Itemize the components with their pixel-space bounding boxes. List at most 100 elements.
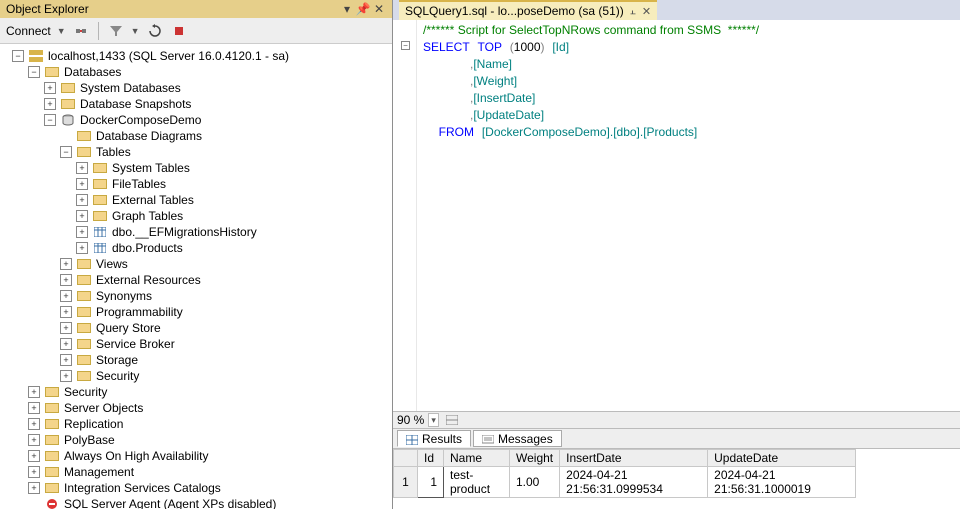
table-row[interactable]: 1 1 test-product 1.00 2024-04-21 21:56:3… xyxy=(394,467,856,498)
disconnect-icon[interactable] xyxy=(72,22,90,40)
tree-system-databases[interactable]: +System Databases xyxy=(0,80,392,96)
kw-select: SELECT xyxy=(423,40,470,54)
expand-icon[interactable]: + xyxy=(60,338,72,350)
expand-icon[interactable]: + xyxy=(76,226,88,238)
tree-synonyms[interactable]: +Synonyms xyxy=(0,288,392,304)
tree-database-snapshots[interactable]: +Database Snapshots xyxy=(0,96,392,112)
expand-icon[interactable]: + xyxy=(60,290,72,302)
expand-icon[interactable]: + xyxy=(76,162,88,174)
tree-label: SQL Server Agent (Agent XPs disabled) xyxy=(64,497,276,509)
expand-icon[interactable]: + xyxy=(60,322,72,334)
expand-icon[interactable]: + xyxy=(28,402,40,414)
col-name: Name xyxy=(477,57,509,71)
tree-external-resources[interactable]: +External Resources xyxy=(0,272,392,288)
sql-editor[interactable]: − /****** Script for SelectTopNRows comm… xyxy=(393,20,960,411)
refresh-icon[interactable] xyxy=(146,22,164,40)
filter-icon[interactable] xyxy=(107,22,125,40)
folder-icon xyxy=(92,209,108,223)
tree-programmability[interactable]: +Programmability xyxy=(0,304,392,320)
tree-integration-services[interactable]: +Integration Services Catalogs xyxy=(0,480,392,496)
expand-icon[interactable]: + xyxy=(28,482,40,494)
cell-insert-date[interactable]: 2024-04-21 21:56:31.0999534 xyxy=(560,467,708,498)
tab-label: SQLQuery1.sql - lo...poseDemo (sa (51)) xyxy=(405,4,624,18)
col-header[interactable]: Id xyxy=(418,450,444,467)
tree-system-tables[interactable]: +System Tables xyxy=(0,160,392,176)
tree-external-tables[interactable]: +External Tables xyxy=(0,192,392,208)
tree-graph-tables[interactable]: +Graph Tables xyxy=(0,208,392,224)
zoom-dropdown-icon[interactable]: ▾ xyxy=(428,413,439,427)
tree-always-on[interactable]: +Always On High Availability xyxy=(0,448,392,464)
cell-id[interactable]: 1 xyxy=(418,467,444,498)
expand-icon[interactable]: + xyxy=(28,386,40,398)
expand-icon[interactable]: + xyxy=(60,274,72,286)
connect-button[interactable]: Connect xyxy=(6,24,51,38)
tree-management[interactable]: + Management xyxy=(0,464,392,480)
tree-views[interactable]: +Views xyxy=(0,256,392,272)
expand-icon[interactable]: + xyxy=(60,370,72,382)
cell-update-date[interactable]: 2024-04-21 21:56:31.1000019 xyxy=(708,467,856,498)
connect-toolbar: Connect ▼ ▼ xyxy=(0,18,392,44)
tree-tables[interactable]: −Tables xyxy=(0,144,392,160)
tree-server-objects[interactable]: +Server Objects xyxy=(0,400,392,416)
tab-messages[interactable]: Messages xyxy=(473,430,562,447)
tab-sqlquery[interactable]: SQLQuery1.sql - lo...poseDemo (sa (51)) … xyxy=(399,0,657,20)
expand-icon[interactable]: + xyxy=(44,98,56,110)
expand-icon[interactable]: + xyxy=(60,258,72,270)
collapse-icon[interactable]: − xyxy=(12,50,24,62)
split-icon[interactable] xyxy=(443,411,461,429)
tree-storage[interactable]: +Storage xyxy=(0,352,392,368)
spacer xyxy=(28,498,40,509)
results-grid[interactable]: Id Name Weight InsertDate UpdateDate 1 1… xyxy=(393,449,960,509)
col-header[interactable]: Weight xyxy=(510,450,560,467)
tree-ef-migrations[interactable]: +dbo.__EFMigrationsHistory xyxy=(0,224,392,240)
tree-view[interactable]: −localhost,1433 (SQL Server 16.0.4120.1 … xyxy=(0,44,392,509)
pin-icon[interactable]: ⫠ xyxy=(630,6,636,17)
expand-icon[interactable]: + xyxy=(60,306,72,318)
col-header[interactable]: InsertDate xyxy=(560,450,708,467)
tree-server[interactable]: −localhost,1433 (SQL Server 16.0.4120.1 … xyxy=(0,48,392,64)
expand-icon[interactable]: + xyxy=(44,82,56,94)
cell-weight[interactable]: 1.00 xyxy=(510,467,560,498)
collapse-icon[interactable]: − xyxy=(60,146,72,158)
tree-query-store[interactable]: +Query Store xyxy=(0,320,392,336)
tree-security[interactable]: +Security xyxy=(0,384,392,400)
filter-dropdown-icon[interactable]: ▼ xyxy=(131,26,140,36)
tree-db-security[interactable]: +Security xyxy=(0,368,392,384)
tab-results[interactable]: Results xyxy=(397,430,471,447)
fold-icon[interactable]: − xyxy=(401,41,410,50)
expand-icon[interactable]: + xyxy=(28,450,40,462)
close-icon[interactable]: ✕ xyxy=(372,2,386,16)
editor-pane: SQLQuery1.sql - lo...poseDemo (sa (51)) … xyxy=(393,0,960,509)
collapse-icon[interactable]: − xyxy=(28,66,40,78)
stop-icon[interactable] xyxy=(170,22,188,40)
tree-polybase[interactable]: +PolyBase xyxy=(0,432,392,448)
cell-name[interactable]: test-product xyxy=(444,467,510,498)
results-table[interactable]: Id Name Weight InsertDate UpdateDate 1 1… xyxy=(393,449,856,498)
tree-products[interactable]: +dbo.Products xyxy=(0,240,392,256)
tree-database-diagrams[interactable]: Database Diagrams xyxy=(0,128,392,144)
folder-icon xyxy=(76,257,92,271)
tree-databases[interactable]: −Databases xyxy=(0,64,392,80)
expand-icon[interactable]: + xyxy=(76,178,88,190)
tree-file-tables[interactable]: +FileTables xyxy=(0,176,392,192)
expand-icon[interactable]: + xyxy=(60,354,72,366)
pin-icon[interactable]: 📌 xyxy=(356,2,370,16)
tree-service-broker[interactable]: +Service Broker xyxy=(0,336,392,352)
tree-sql-server-agent[interactable]: SQL Server Agent (Agent XPs disabled) xyxy=(0,496,392,509)
tree-docker-compose-demo[interactable]: −DockerComposeDemo xyxy=(0,112,392,128)
expand-icon[interactable]: + xyxy=(28,466,40,478)
col-header[interactable]: Name xyxy=(444,450,510,467)
connect-dropdown-icon[interactable]: ▼ xyxy=(57,26,66,36)
dropdown-icon[interactable]: ▾ xyxy=(340,2,354,16)
expand-icon[interactable]: + xyxy=(76,210,88,222)
expand-icon[interactable]: + xyxy=(28,418,40,430)
expand-icon[interactable]: + xyxy=(76,194,88,206)
expand-icon[interactable]: + xyxy=(76,242,88,254)
collapse-icon[interactable]: − xyxy=(44,114,56,126)
close-icon[interactable]: ✕ xyxy=(642,5,651,18)
col-header[interactable]: UpdateDate xyxy=(708,450,856,467)
expand-icon[interactable]: + xyxy=(28,434,40,446)
sql-code[interactable]: /****** Script for SelectTopNRows comman… xyxy=(423,22,960,141)
tree-replication[interactable]: +Replication xyxy=(0,416,392,432)
tree-label: Management xyxy=(64,465,134,479)
